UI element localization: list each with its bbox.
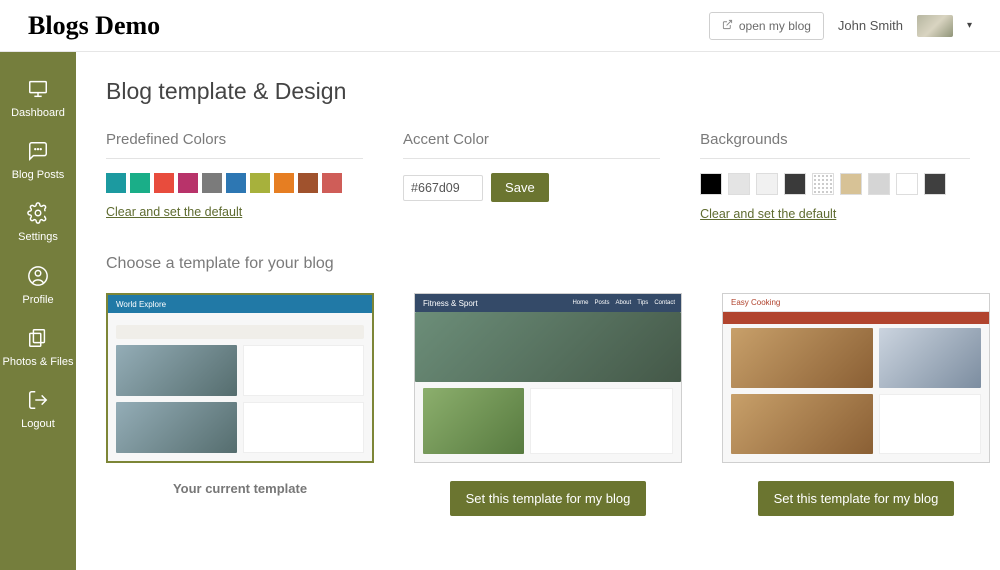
predefined-colors-section: Predefined Colors Clear and set the defa… bbox=[106, 131, 363, 223]
thumb-placeholder bbox=[243, 345, 364, 396]
files-icon bbox=[27, 327, 49, 352]
divider bbox=[700, 158, 970, 159]
thumb-placeholder bbox=[116, 345, 237, 396]
sidebar-item-label: Photos & Files bbox=[3, 356, 74, 369]
thumb-placeholder bbox=[879, 328, 981, 388]
thumb-placeholder bbox=[116, 402, 237, 453]
sidebar-item-dashboard[interactable]: Dashboard bbox=[0, 68, 76, 130]
predefined-clear-link[interactable]: Clear and set the default bbox=[106, 205, 242, 219]
avatar[interactable] bbox=[917, 15, 953, 37]
accent-save-button[interactable]: Save bbox=[491, 173, 549, 202]
predefined-colors-heading: Predefined Colors bbox=[106, 131, 363, 148]
predefined-color-swatch-4[interactable] bbox=[202, 173, 222, 193]
template-card-1: World Explore Your current template bbox=[106, 293, 374, 516]
background-swatch-5[interactable] bbox=[840, 173, 862, 195]
background-swatch-3[interactable] bbox=[784, 173, 806, 195]
thumb-placeholder bbox=[530, 388, 673, 454]
template-thumbnail-2[interactable]: Fitness & Sport HomePostsAboutTipsContac… bbox=[414, 293, 682, 463]
sidebar-item-blog-posts[interactable]: Blog Posts bbox=[0, 130, 76, 192]
thumb-grid bbox=[116, 345, 364, 453]
background-swatch-6[interactable] bbox=[868, 173, 890, 195]
background-swatch-7[interactable] bbox=[896, 173, 918, 195]
thumb-placeholder bbox=[423, 388, 524, 454]
thumb-placeholder bbox=[415, 312, 681, 382]
predefined-color-swatch-3[interactable] bbox=[178, 173, 198, 193]
background-swatch-0[interactable] bbox=[700, 173, 722, 195]
thumb-nav: HomePostsAboutTipsContact bbox=[572, 300, 675, 306]
gear-icon bbox=[27, 202, 49, 227]
predefined-color-swatch-6[interactable] bbox=[250, 173, 270, 193]
template-card-2: Fitness & Sport HomePostsAboutTipsContac… bbox=[414, 293, 682, 516]
background-swatch-2[interactable] bbox=[756, 173, 778, 195]
sidebar-item-profile[interactable]: Profile bbox=[0, 255, 76, 317]
header-username: John Smith bbox=[838, 18, 903, 33]
thumb-placeholder bbox=[116, 325, 364, 339]
sidebar-item-logout[interactable]: Logout bbox=[0, 379, 76, 441]
chat-icon bbox=[27, 140, 49, 165]
thumb-placeholder bbox=[243, 402, 364, 453]
choose-template-heading: Choose a template for your blog bbox=[106, 255, 970, 273]
template-card-3: Easy Cooking Set this template for my bl… bbox=[722, 293, 990, 516]
predefined-color-swatch-0[interactable] bbox=[106, 173, 126, 193]
thumb-title-text: Fitness & Sport bbox=[423, 299, 478, 308]
top-header: Blogs Demo open my blog John Smith ▾ bbox=[0, 0, 1000, 52]
monitor-icon bbox=[27, 78, 49, 103]
sidebar-item-label: Settings bbox=[18, 231, 58, 244]
thumb-body bbox=[731, 328, 981, 454]
predefined-color-swatches bbox=[106, 173, 363, 193]
predefined-color-swatch-8[interactable] bbox=[298, 173, 318, 193]
open-my-blog-button[interactable]: open my blog bbox=[709, 12, 824, 40]
set-template-button-3[interactable]: Set this template for my blog bbox=[758, 481, 955, 516]
background-swatch-8[interactable] bbox=[924, 173, 946, 195]
current-template-label: Your current template bbox=[173, 481, 307, 496]
sidebar-item-label: Blog Posts bbox=[12, 169, 65, 182]
background-swatches bbox=[700, 173, 970, 195]
user-menu-caret-icon[interactable]: ▾ bbox=[967, 20, 972, 31]
sidebar-item-label: Logout bbox=[21, 418, 55, 431]
thumb-placeholder bbox=[731, 328, 873, 388]
thumb-title: Easy Cooking bbox=[723, 294, 989, 312]
sidebar-item-label: Profile bbox=[22, 294, 53, 307]
sidebar-item-photos-files[interactable]: Photos & Files bbox=[0, 317, 76, 379]
accent-color-section: Accent Color Save bbox=[403, 131, 660, 223]
user-icon bbox=[27, 265, 49, 290]
sidebar-item-settings[interactable]: Settings bbox=[0, 192, 76, 254]
sidebar-item-label: Dashboard bbox=[11, 107, 65, 120]
divider bbox=[403, 158, 660, 159]
page-title: Blog template & Design bbox=[106, 78, 970, 105]
thumb-below bbox=[423, 388, 673, 454]
logo-text: Blogs Demo bbox=[28, 11, 160, 41]
predefined-color-swatch-2[interactable] bbox=[154, 173, 174, 193]
thumb-placeholder bbox=[879, 394, 981, 454]
background-swatch-1[interactable] bbox=[728, 173, 750, 195]
template-row: World Explore Your current template Fitn… bbox=[106, 293, 970, 516]
thumb-placeholder bbox=[731, 394, 873, 454]
sidebar: Dashboard Blog Posts Settings Profile Ph… bbox=[0, 52, 76, 570]
backgrounds-heading: Backgrounds bbox=[700, 131, 970, 148]
main-content: Blog template & Design Predefined Colors… bbox=[76, 52, 1000, 570]
divider bbox=[106, 158, 363, 159]
background-swatch-4[interactable] bbox=[812, 173, 834, 195]
logout-icon bbox=[27, 389, 49, 414]
predefined-color-swatch-7[interactable] bbox=[274, 173, 294, 193]
template-thumbnail-1[interactable]: World Explore bbox=[106, 293, 374, 463]
open-my-blog-label: open my blog bbox=[739, 19, 811, 33]
template-thumbnail-3[interactable]: Easy Cooking bbox=[722, 293, 990, 463]
predefined-color-swatch-9[interactable] bbox=[322, 173, 342, 193]
predefined-color-swatch-5[interactable] bbox=[226, 173, 246, 193]
thumb-title: Fitness & Sport HomePostsAboutTipsContac… bbox=[415, 294, 681, 312]
accent-color-heading: Accent Color bbox=[403, 131, 660, 148]
backgrounds-section: Backgrounds Clear and set the default bbox=[700, 131, 970, 223]
accent-color-input[interactable] bbox=[403, 175, 483, 201]
predefined-color-swatch-1[interactable] bbox=[130, 173, 150, 193]
header-right: open my blog John Smith ▾ bbox=[709, 12, 972, 40]
thumb-title: World Explore bbox=[108, 295, 372, 313]
design-options-row: Predefined Colors Clear and set the defa… bbox=[106, 131, 970, 223]
external-link-icon bbox=[722, 19, 733, 33]
accent-color-row: Save bbox=[403, 173, 660, 202]
backgrounds-clear-link[interactable]: Clear and set the default bbox=[700, 207, 836, 221]
set-template-button-2[interactable]: Set this template for my blog bbox=[450, 481, 647, 516]
thumb-subbar bbox=[723, 312, 989, 324]
